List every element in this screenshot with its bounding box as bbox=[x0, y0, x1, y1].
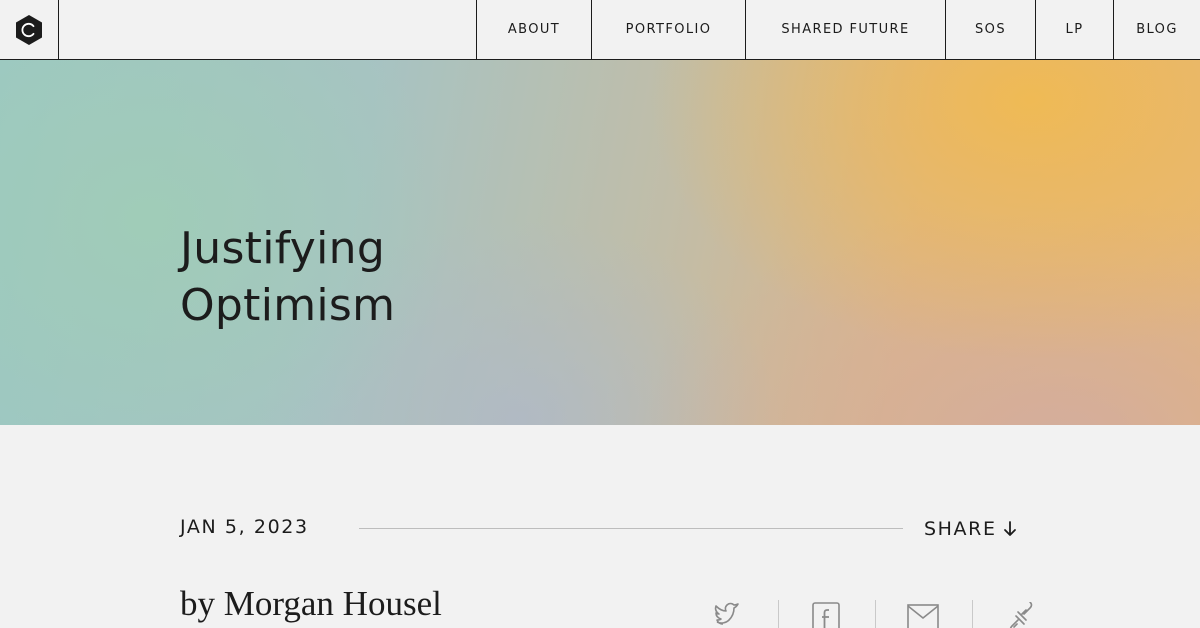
nav-lp[interactable]: LP bbox=[1035, 0, 1113, 59]
hexagon-c-logo-icon bbox=[16, 14, 42, 45]
nav-about[interactable]: ABOUT bbox=[476, 0, 591, 59]
mail-icon bbox=[907, 604, 939, 628]
nav-shared-future[interactable]: SHARED FUTURE bbox=[745, 0, 945, 59]
logo-link[interactable] bbox=[0, 0, 59, 59]
arrow-down-icon bbox=[1003, 520, 1017, 538]
nav-sos[interactable]: SOS bbox=[945, 0, 1035, 59]
twitter-icon bbox=[714, 602, 739, 625]
meta-divider bbox=[359, 528, 903, 529]
post-date: JAN 5, 2023 bbox=[180, 516, 309, 538]
hero-banner: Justifying Optimism bbox=[0, 60, 1200, 425]
nav-portfolio[interactable]: PORTFOLIO bbox=[591, 0, 745, 59]
site-header: ABOUT PORTFOLIO SHARED FUTURE SOS LP BLO… bbox=[0, 0, 1200, 60]
facebook-icon bbox=[812, 602, 840, 628]
share-divider bbox=[972, 600, 973, 628]
copy-link-button[interactable] bbox=[1004, 602, 1038, 628]
nav-blog[interactable]: BLOG bbox=[1113, 0, 1200, 59]
share-button[interactable]: SHARE bbox=[924, 514, 1017, 544]
share-label: SHARE bbox=[924, 518, 997, 540]
facebook-share-button[interactable] bbox=[810, 602, 844, 628]
share-divider bbox=[875, 600, 876, 628]
twitter-share-button[interactable] bbox=[712, 602, 746, 628]
page: ABOUT PORTFOLIO SHARED FUTURE SOS LP BLO… bbox=[0, 0, 1200, 628]
email-share-button[interactable] bbox=[906, 602, 940, 628]
page-title: Justifying Optimism bbox=[180, 220, 395, 334]
author-byline: by Morgan Housel bbox=[180, 584, 442, 623]
link-icon bbox=[1009, 602, 1033, 628]
share-divider bbox=[778, 600, 779, 628]
title-line-2: Optimism bbox=[180, 280, 396, 331]
main-nav: ABOUT PORTFOLIO SHARED FUTURE SOS LP BLO… bbox=[476, 0, 1200, 59]
title-line-1: Justifying bbox=[180, 223, 386, 274]
